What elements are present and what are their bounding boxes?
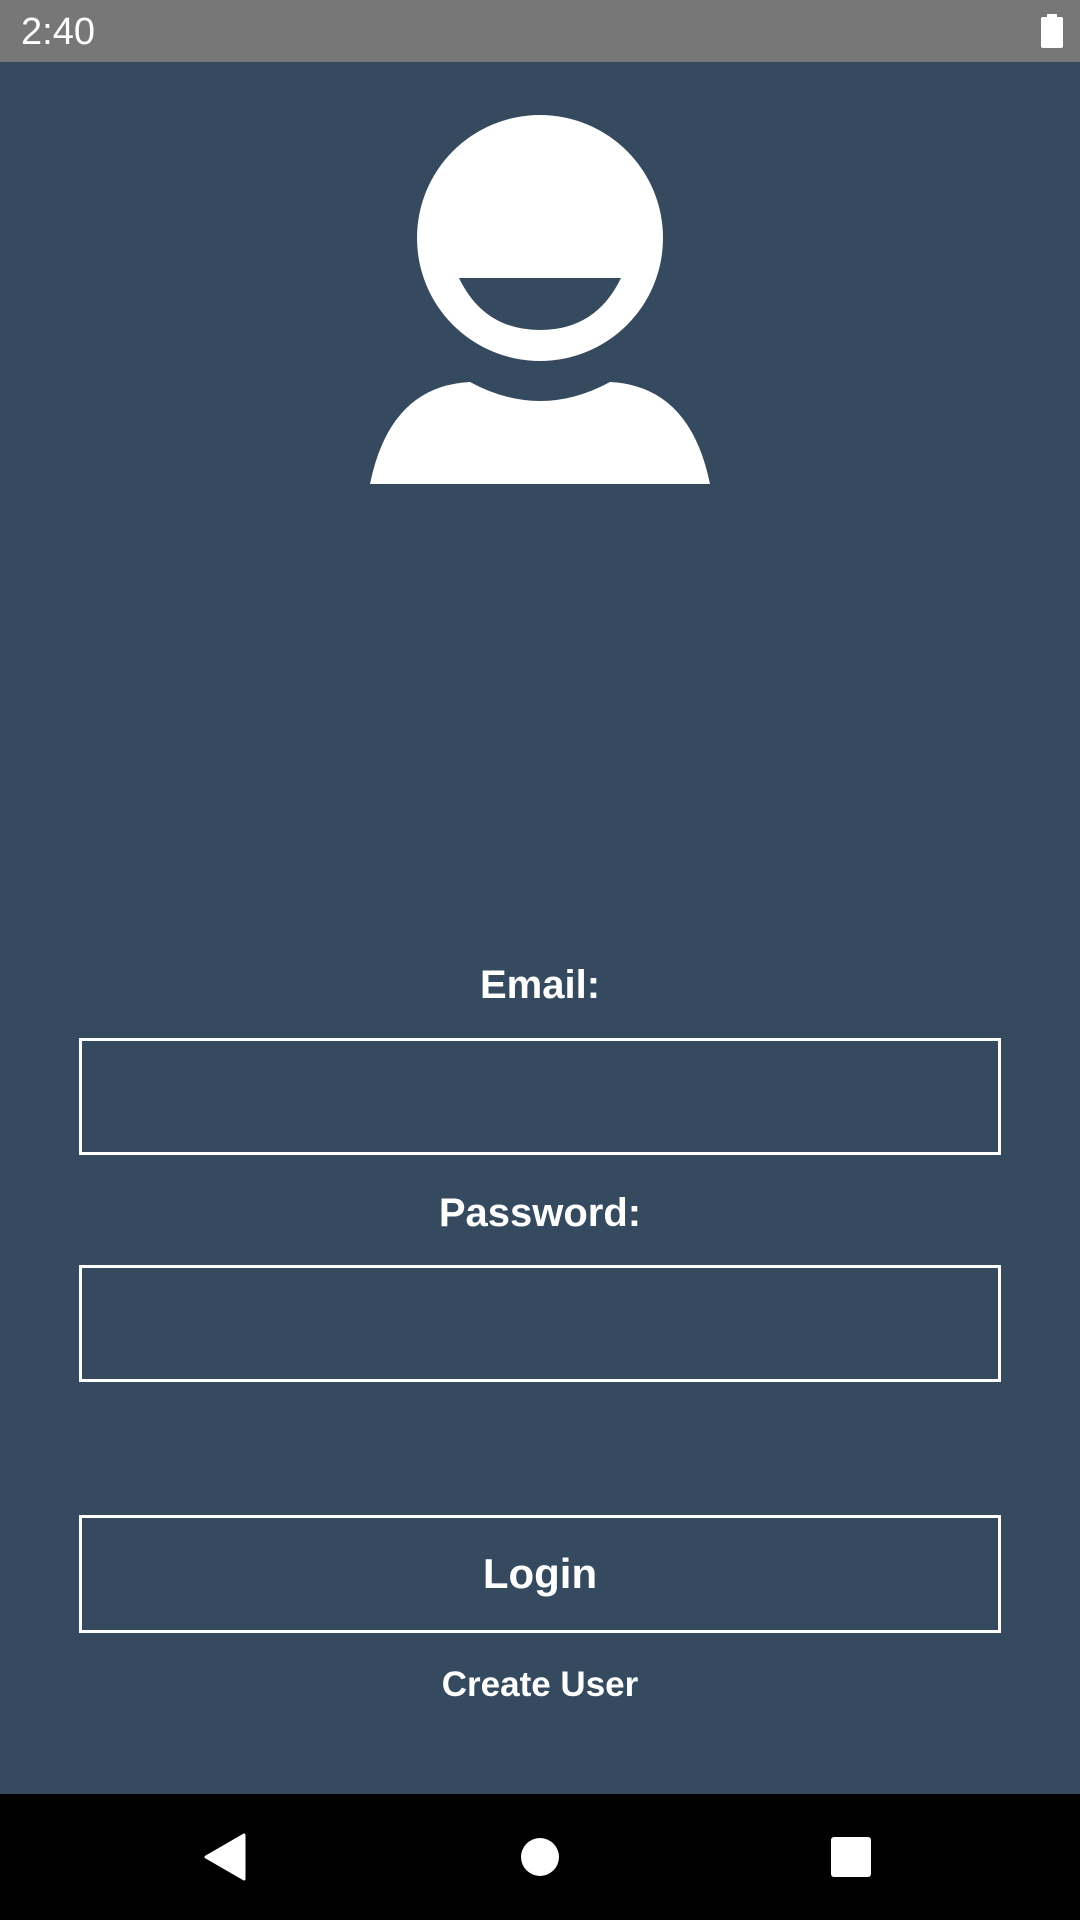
password-label: Password: xyxy=(438,1191,642,1235)
back-button[interactable] xyxy=(166,1794,286,1920)
recents-button[interactable] xyxy=(791,1794,911,1920)
password-field[interactable] xyxy=(82,1268,998,1379)
create-user-link[interactable]: Create User xyxy=(0,1663,1080,1707)
recents-square-icon xyxy=(831,1837,871,1877)
status-bar: 2:40 xyxy=(0,0,1080,62)
email-field-box xyxy=(79,1038,1001,1155)
status-time: 2:40 xyxy=(21,11,95,53)
password-field-box xyxy=(79,1265,1001,1382)
user-avatar-icon xyxy=(370,115,710,484)
home-circle-icon xyxy=(521,1838,559,1876)
email-label: Email: xyxy=(479,963,601,1007)
email-field[interactable] xyxy=(82,1041,998,1152)
back-triangle-icon xyxy=(204,1833,246,1881)
home-button[interactable] xyxy=(480,1794,600,1920)
login-button[interactable]: Login xyxy=(79,1515,1001,1633)
battery-full-icon xyxy=(1041,14,1063,48)
navigation-bar xyxy=(0,1794,1080,1920)
